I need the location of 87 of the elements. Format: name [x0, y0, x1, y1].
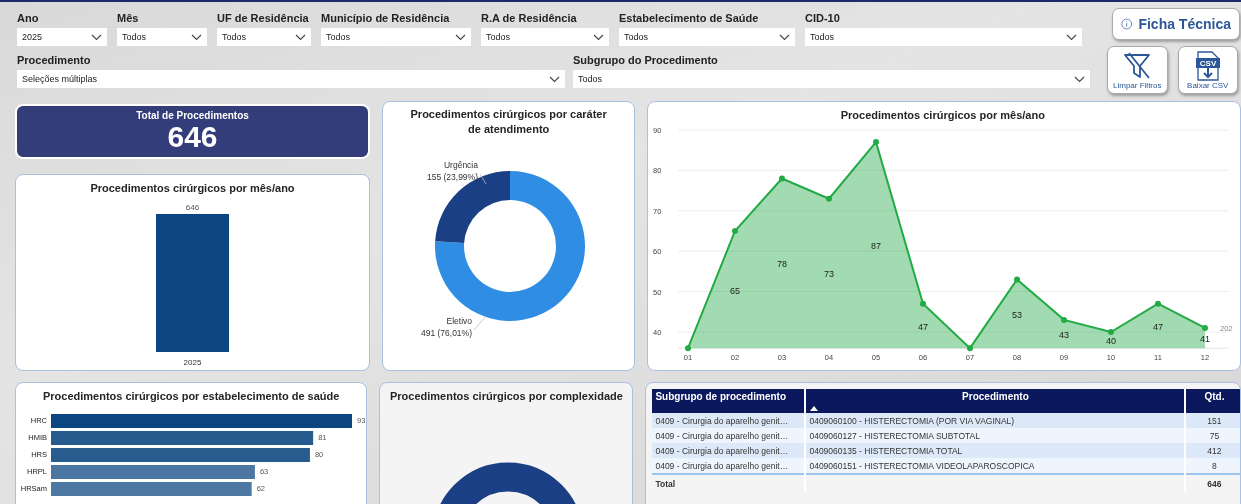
data-point	[1155, 300, 1162, 307]
dropdown[interactable]: Todos	[481, 28, 609, 46]
filter-label: Estabelecimento de Saúde	[619, 11, 760, 26]
dropdown[interactable]: Todos	[117, 28, 207, 46]
data-point	[779, 175, 786, 182]
chart-title: Procedimentos cirúrgicos por mês/ano	[90, 181, 295, 196]
slice-value: 491 (76,01%)	[421, 328, 473, 338]
chevron-down-icon	[91, 33, 102, 41]
data-point	[1014, 276, 1021, 283]
data-label: 78	[777, 259, 788, 270]
chart-title: Procedimentos cirúrgicos por mês/ano	[839, 108, 1046, 123]
chevron-down-icon	[549, 75, 560, 83]
kpi-title: Total de Procedimentos	[136, 110, 249, 121]
data-label: 47	[1153, 321, 1164, 332]
table-cell: 412	[1185, 443, 1240, 458]
data-label: 41	[1200, 334, 1211, 345]
table-cell: 0409 - Cirurgia do aparelho genit…	[652, 413, 806, 428]
data-point	[826, 195, 833, 202]
chevron-down-icon	[779, 33, 790, 41]
data-label: 646	[185, 204, 200, 212]
table-cell: 0409060100 - HISTERECTOMIA (POR VIA VAGINAL)	[805, 413, 1186, 428]
dropdown[interactable]: Todos	[619, 28, 795, 46]
kpi-value: 646	[167, 121, 218, 153]
table-cell: 0409060127 - HISTERECTOMIA SUBTOTAL	[805, 428, 1186, 443]
filter-label: Ano	[17, 11, 40, 26]
dropdown[interactable]: Todos	[573, 70, 1090, 88]
leader-line	[473, 315, 487, 331]
filter-label: Mês	[117, 11, 140, 26]
column-header[interactable]: Procedimento	[805, 389, 1186, 413]
dropdown[interactable]: Todos	[805, 28, 1082, 46]
data-point	[1061, 316, 1068, 323]
dropdown[interactable]: Seleções múltiplas	[17, 70, 565, 88]
table-cell: 0409 - Cirurgia do aparelho genit…	[652, 428, 806, 443]
data-label: 65	[730, 285, 741, 296]
data-point	[1108, 329, 1115, 335]
table-cell: 8	[1185, 458, 1240, 474]
chevron-down-icon	[1074, 75, 1085, 83]
table-cell: 151	[1185, 413, 1240, 428]
chevron-down-icon	[191, 33, 202, 41]
csv-file-icon: CSV	[1194, 51, 1221, 81]
chart-title: Procedimentos cirúrgicos por caráter de atendimento	[409, 107, 608, 137]
data-point	[967, 345, 974, 352]
data-point	[685, 345, 692, 352]
filter-label: CID-10	[805, 11, 841, 26]
data-label: 53	[1012, 309, 1023, 320]
table-cell: 0409060135 - HISTERECTOMIA TOTAL	[805, 443, 1186, 458]
leader-line	[479, 173, 487, 185]
table-cell: 0409 - Cirurgia do aparelho genit…	[652, 458, 806, 474]
table-cell: 0409 - Cirurgia do aparelho genit…	[652, 443, 806, 458]
chevron-down-icon	[1066, 33, 1077, 41]
slice-label: Eletivo	[446, 316, 473, 326]
filter-label: R.A de Residência	[481, 11, 578, 26]
data-label: 47	[918, 321, 929, 332]
chevron-down-icon	[593, 33, 604, 41]
filter-label: Subgrupo do Procedimento	[573, 53, 719, 68]
table-cell: Total	[652, 474, 806, 492]
chart-title: Procedimentos cirúrgicos por complexidade	[389, 389, 623, 404]
dropdown[interactable]: 2025	[17, 28, 107, 46]
data-point	[1202, 324, 1209, 331]
dropdown[interactable]: Todos	[217, 28, 311, 46]
data-label: 73	[824, 269, 835, 280]
filter-label: Procedimento	[17, 53, 92, 68]
filter-label: UF de Residência	[217, 11, 310, 26]
chevron-down-icon	[295, 33, 306, 41]
table-cell: 646	[1185, 474, 1240, 492]
sort-arrow-icon	[810, 406, 819, 411]
column-header[interactable]: Subgrupo de procedimento	[652, 389, 806, 413]
data-label: 40	[1106, 336, 1117, 347]
table-cell: 0409060151 - HISTERECTOMIA VIDEOLAPAROSCOPICA	[805, 458, 1186, 474]
info-button[interactable]: Ficha Técnica	[1112, 8, 1240, 40]
clear-filters-button[interactable]: Limpar Filtros	[1107, 46, 1168, 94]
slice-value: 155 (23,99%)	[427, 172, 479, 182]
axis-label: 2025	[183, 358, 202, 367]
dropdown[interactable]: Todos	[321, 28, 471, 46]
table-cell: 75	[1185, 428, 1240, 443]
data-point	[920, 300, 927, 307]
slice-label: Urgência	[444, 160, 479, 170]
chevron-down-icon	[455, 33, 466, 41]
filter-off-icon	[1122, 51, 1153, 81]
column-header[interactable]: Qtd.	[1185, 389, 1240, 413]
data-label: 43	[1059, 330, 1070, 340]
data-point	[732, 228, 739, 234]
download-button[interactable]: CSV Baixar CSV	[1177, 46, 1238, 94]
data-point	[873, 139, 880, 146]
data-label: 87	[871, 241, 882, 252]
filter-label: Município de Residência	[321, 11, 451, 26]
chart-title: Procedimentos cirúrgicos por estabelecimento de saúde	[42, 389, 340, 404]
